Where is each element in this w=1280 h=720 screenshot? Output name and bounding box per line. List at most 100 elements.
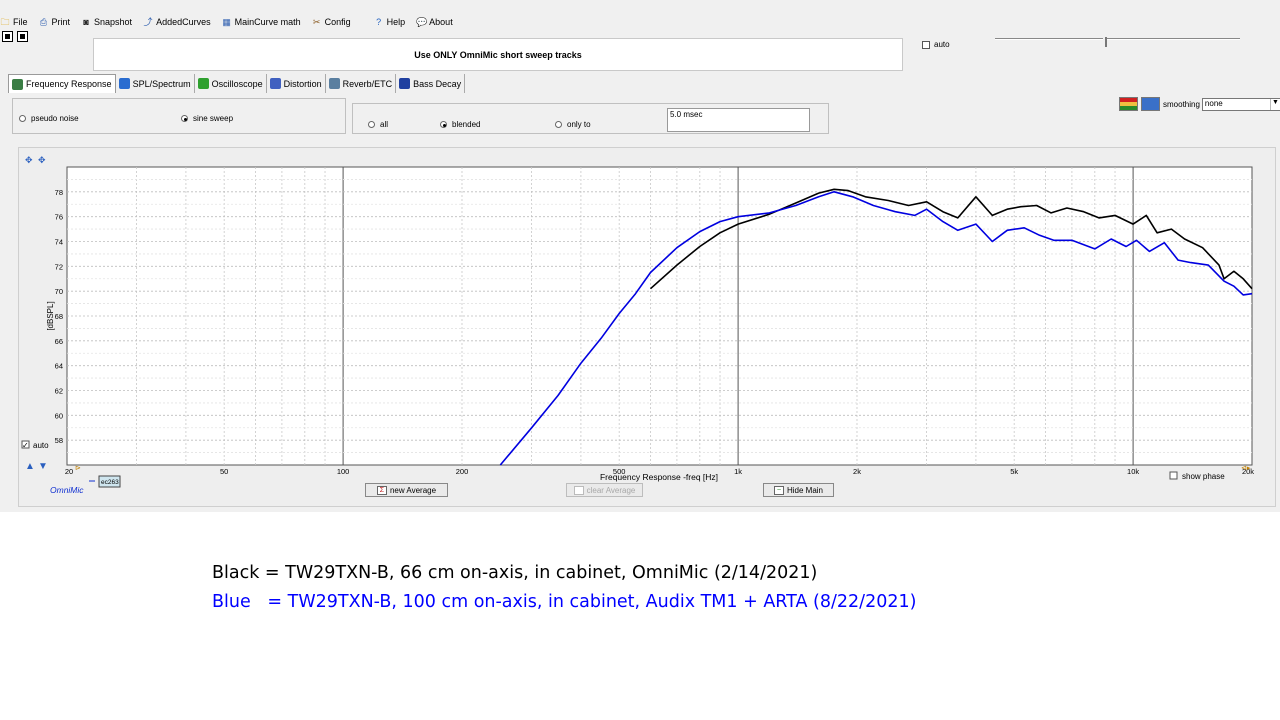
panel-toggle-left-button[interactable] <box>2 31 13 42</box>
menu-item-about[interactable]: 💬 About <box>416 17 453 27</box>
smoothing-select[interactable]: none ▼ <box>1201 97 1280 111</box>
hide-main-icon: ~ <box>773 485 784 495</box>
menu-item-label: Config <box>324 17 351 27</box>
y-tick-label: 64 <box>55 362 63 371</box>
zoom-expand-icon[interactable]: ✥ <box>25 155 33 165</box>
y-axis-label: [dBSPL] <box>46 301 55 330</box>
svg-text:⊲▸: ⊲▸ <box>1241 465 1251 472</box>
menu-item-label: File <box>13 17 28 27</box>
mic-id-badge[interactable]: ec263 <box>89 475 121 488</box>
y-tick-label: 76 <box>55 213 63 222</box>
menu-item-label: MainCurve math <box>234 17 301 27</box>
hide-main-button[interactable]: ~ Hide Main <box>763 483 834 497</box>
level-slider-thumb[interactable] <box>1105 37 1107 47</box>
y-tick-label: 78 <box>55 188 63 197</box>
x-axis-label: Frequency Response -freq [Hz] <box>600 472 718 482</box>
chevron-down-icon[interactable]: ▼ <box>1269 98 1280 110</box>
mic-id-text: ec263 <box>101 479 119 486</box>
menu-item-label: About <box>429 17 453 27</box>
new-average-button[interactable]: Σ new Average <box>365 483 448 497</box>
reverb-icon <box>328 78 340 89</box>
radio-blended-label: blended <box>452 120 481 129</box>
color-palette-icon[interactable] <box>1119 97 1138 111</box>
caption-black: Black = TW29TXN-B, 66 cm on-axis, in cab… <box>212 563 818 583</box>
tab-reverb-etc[interactable]: Reverb/ETC <box>326 74 397 93</box>
new-average-icon: Σ <box>376 485 387 495</box>
x-tick-label: 50 <box>220 467 228 476</box>
radio-sine-sweep[interactable]: sine sweep <box>181 114 233 123</box>
omnimic-label: OmniMic <box>50 485 84 495</box>
auto-scale-checkbox[interactable]: ✓ auto <box>21 440 49 450</box>
radio-only-to-dot[interactable] <box>555 121 562 128</box>
radio-only-to-label: only to <box>567 120 591 129</box>
menu-bar: 🗀 File ⎙ Print ◙ Snapshot ⤴ AddedCurves ▦ MainCur… <box>0 14 480 30</box>
menu-item-config[interactable]: ✂ Config <box>312 17 351 27</box>
clear-average-icon <box>573 485 584 495</box>
menu-item-maincurve-math[interactable]: ▦ MainCurve math <box>222 17 301 27</box>
smoothing-label: smoothing <box>1163 99 1200 109</box>
x-tick-label: 20 <box>65 467 73 476</box>
radio-sine-sweep-dot[interactable] <box>181 115 188 122</box>
clear-average-button[interactable]: clear Average <box>566 483 643 497</box>
menu-item-label: Print <box>51 17 71 27</box>
x-tick-label: 1k <box>734 467 742 476</box>
graph-panel: 58 60 62 64 66 68 70 72 74 76 78 20 50 100 200 500 1k 2k 5… <box>18 147 1276 507</box>
gate-time-input[interactable]: 5.0 msec <box>667 108 810 132</box>
gate-time-value: 5.0 msec <box>670 110 703 119</box>
tools-icon: ✂ <box>312 17 321 27</box>
radio-pseudo-noise[interactable]: pseudo noise <box>19 114 79 123</box>
right-arrow-icon[interactable]: ⊲▸ <box>1241 465 1251 472</box>
scroll-up-icon[interactable]: ▲ <box>25 461 35 472</box>
menu-item-label: AddedCurves <box>156 17 211 27</box>
tab-bass-decay[interactable]: Bass Decay <box>396 74 466 93</box>
print-icon: ⎙ <box>39 17 48 27</box>
radio-all[interactable]: all <box>368 120 388 129</box>
tab-label: Oscilloscope <box>211 78 263 89</box>
show-phase-label: show phase <box>1182 472 1225 481</box>
y-tick-label: 72 <box>55 262 63 271</box>
radio-all-label: all <box>380 120 389 129</box>
level-slider-right[interactable] <box>1107 38 1240 40</box>
header-title-text: Use ONLY OmniMic short sweep tracks <box>414 49 582 60</box>
frequency-response-icon <box>12 78 23 90</box>
tab-oscilloscope[interactable]: Oscilloscope <box>195 74 267 93</box>
gating-group: all blended only to 5.0 msec <box>352 103 829 134</box>
help-icon: ? <box>376 17 382 27</box>
x-tick-label: 100 <box>337 467 350 476</box>
signal-group: pseudo noise sine sweep <box>12 98 346 134</box>
radio-all-dot[interactable] <box>368 121 375 128</box>
show-phase-checkbox[interactable]: show phase <box>1169 471 1225 481</box>
frequency-response-chart: 586062646668707274767820 50 100 200 500 1k 2k 5… <box>21 155 1254 495</box>
folder-icon: 🗀 <box>0 17 10 27</box>
smoothing-control: smoothing none ▼ <box>1119 97 1280 111</box>
auto-top-checkbox[interactable]: auto <box>922 40 950 49</box>
tab-frequency-response[interactable]: Frequency Response <box>8 74 116 93</box>
panel-toggle-right-button[interactable] <box>17 31 28 42</box>
svg-text:✥: ✥ <box>38 155 46 165</box>
menu-item-print[interactable]: ⎙ Print <box>39 17 71 27</box>
menu-item-addedcurves[interactable]: ⤴ AddedCurves <box>143 17 211 27</box>
left-arrow-icon[interactable]: ⊳ <box>75 465 81 472</box>
radio-pseudo-noise-dot[interactable] <box>19 115 26 122</box>
menu-item-help[interactable]: ? Help <box>374 17 405 27</box>
radio-blended[interactable]: blended <box>440 120 480 129</box>
level-slider-left[interactable] <box>995 38 1103 40</box>
menu-item-snapshot[interactable]: ◙ Snapshot <box>81 17 132 27</box>
zoom-shrink-icon[interactable]: ✥ <box>38 155 46 165</box>
x-tick-label: 2k <box>853 467 861 476</box>
radio-blended-dot[interactable] <box>440 121 447 128</box>
auto-top-check-box[interactable] <box>922 40 930 49</box>
menu-item-file[interactable]: 🗀 File <box>0 17 28 27</box>
svg-text:✓: ✓ <box>22 441 29 450</box>
tab-distortion[interactable]: Distortion <box>267 74 326 93</box>
calculator-icon: ▦ <box>222 17 231 27</box>
auto-top-label: auto <box>934 40 950 49</box>
graph-style-icon[interactable] <box>1141 97 1160 111</box>
tab-spl-spectrum[interactable]: SPL/Spectrum <box>116 74 195 93</box>
svg-text:⊳: ⊳ <box>75 465 81 472</box>
radio-only-to[interactable]: only to <box>555 120 591 129</box>
oscilloscope-icon <box>197 78 209 89</box>
scroll-down-icon[interactable]: ▼ <box>38 461 48 472</box>
svg-text:▲: ▲ <box>25 461 35 472</box>
x-tick-label: 10k <box>1127 467 1139 476</box>
